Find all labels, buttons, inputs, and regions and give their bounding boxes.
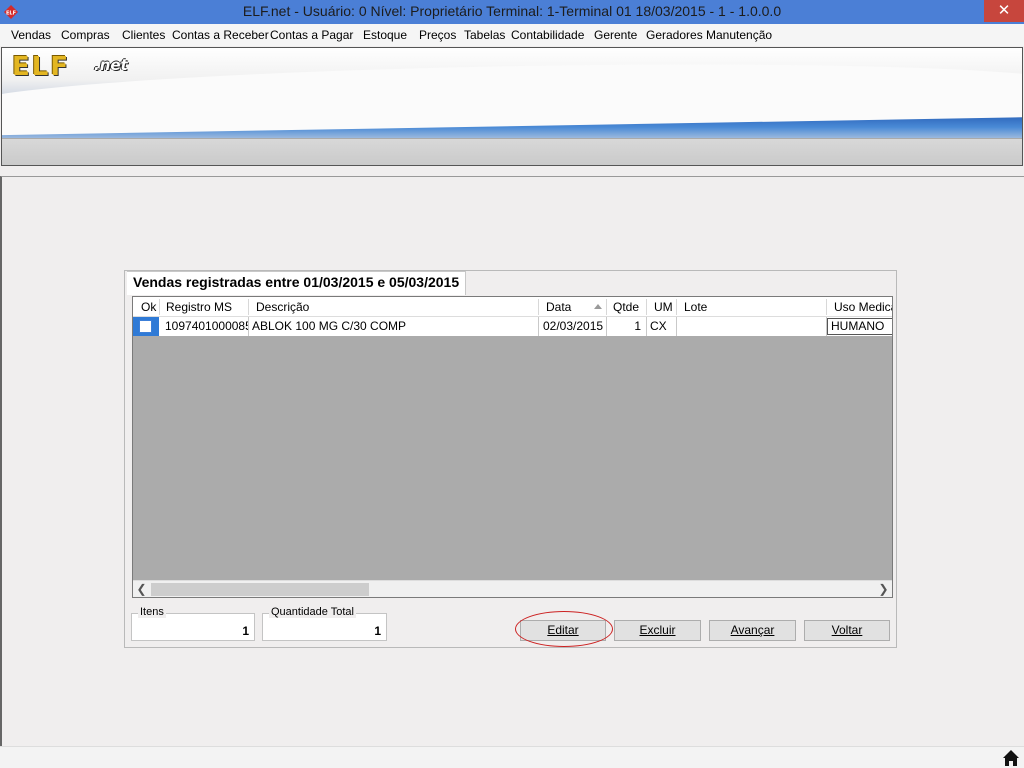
panel-title: Vendas registradas entre 01/03/2015 e 05… xyxy=(127,271,467,295)
quantidade-total-label: Quantidade Total xyxy=(269,606,356,618)
cell-data: 02/03/2015 xyxy=(539,317,607,336)
col-lote[interactable]: Lote xyxy=(684,300,707,314)
banner: ELF .net xyxy=(1,47,1023,166)
menu-clientes[interactable]: Clientes xyxy=(122,28,165,42)
sort-ascending-icon xyxy=(594,304,602,309)
voltar-button[interactable]: Voltar xyxy=(804,620,890,641)
cell-registro-ms: 1097401000085 xyxy=(159,317,249,336)
menu-compras[interactable]: Compras xyxy=(61,28,110,42)
cell-qtde: 1 xyxy=(607,317,647,336)
menu-tabelas[interactable]: Tabelas xyxy=(464,28,505,42)
elf-logo: ELF xyxy=(12,52,71,82)
cell-uso-medicamento: HUMANO xyxy=(827,318,892,335)
menu-estoque[interactable]: Estoque xyxy=(363,28,407,42)
menu-gerente[interactable]: Gerente xyxy=(594,28,637,42)
scroll-right-icon[interactable]: ❯ xyxy=(875,581,892,597)
col-registro-ms[interactable]: Registro MS xyxy=(166,300,232,314)
cell-descricao: ABLOK 100 MG C/30 COMP xyxy=(249,317,539,336)
menu-contas-a-receber[interactable]: Contas a Receber xyxy=(172,28,269,42)
quantidade-total-value: 1 xyxy=(374,624,381,638)
title-bar: ELF ELF.net - Usuário: 0 Nível: Propriet… xyxy=(0,0,1024,24)
menu-manutencao[interactable]: Manutenção xyxy=(706,28,772,42)
col-descricao[interactable]: Descrição xyxy=(256,300,309,314)
menu-contas-a-pagar[interactable]: Contas a Pagar xyxy=(270,28,353,42)
row-ok-checkbox[interactable] xyxy=(139,320,152,333)
menu-vendas[interactable]: Vendas xyxy=(11,28,51,42)
editar-highlight-ellipse xyxy=(515,611,613,647)
cell-lote xyxy=(677,317,827,336)
itens-box: Itens 1 xyxy=(131,606,255,641)
close-button[interactable]: ✕ xyxy=(984,0,1024,22)
banner-toolbar-strip xyxy=(2,138,1022,165)
table-row[interactable]: 1097401000085 ABLOK 100 MG C/30 COMP 02/… xyxy=(133,317,892,336)
window-title: ELF.net - Usuário: 0 Nível: Proprietário… xyxy=(242,3,782,19)
scroll-left-icon[interactable]: ❮ xyxy=(133,581,150,597)
sales-grid[interactable]: Ok Registro MS Descrição Data Qtde UM Lo… xyxy=(132,296,893,598)
itens-value: 1 xyxy=(242,624,249,638)
grid-header: Ok Registro MS Descrição Data Qtde UM Lo… xyxy=(133,297,892,317)
elf-logo-suffix: .net xyxy=(94,56,128,74)
col-um[interactable]: UM xyxy=(654,300,673,314)
sales-panel: Vendas registradas entre 01/03/2015 e 05… xyxy=(124,270,897,648)
cell-um: CX xyxy=(647,317,677,336)
menu-bar: Vendas Compras Clientes Contas a Receber… xyxy=(0,24,1024,46)
horizontal-scrollbar[interactable]: ❮ ❯ xyxy=(133,580,892,597)
col-qtde[interactable]: Qtde xyxy=(613,300,639,314)
col-data[interactable]: Data xyxy=(546,300,571,314)
menu-contabilidade[interactable]: Contabilidade xyxy=(511,28,584,42)
row-ok-cell[interactable] xyxy=(133,317,159,336)
status-bar xyxy=(0,746,1024,768)
avancar-button[interactable]: Avançar xyxy=(709,620,796,641)
menu-precos[interactable]: Preços xyxy=(419,28,456,42)
scroll-thumb[interactable] xyxy=(151,583,369,596)
quantidade-total-box: Quantidade Total 1 xyxy=(262,606,387,641)
menu-geradores[interactable]: Geradores xyxy=(646,28,703,42)
home-icon[interactable] xyxy=(1002,749,1020,767)
itens-label: Itens xyxy=(138,606,166,618)
col-uso-medicamento[interactable]: Uso Medicar xyxy=(834,300,892,314)
col-ok[interactable]: Ok xyxy=(141,300,156,314)
excluir-button[interactable]: Excluir xyxy=(614,620,701,641)
